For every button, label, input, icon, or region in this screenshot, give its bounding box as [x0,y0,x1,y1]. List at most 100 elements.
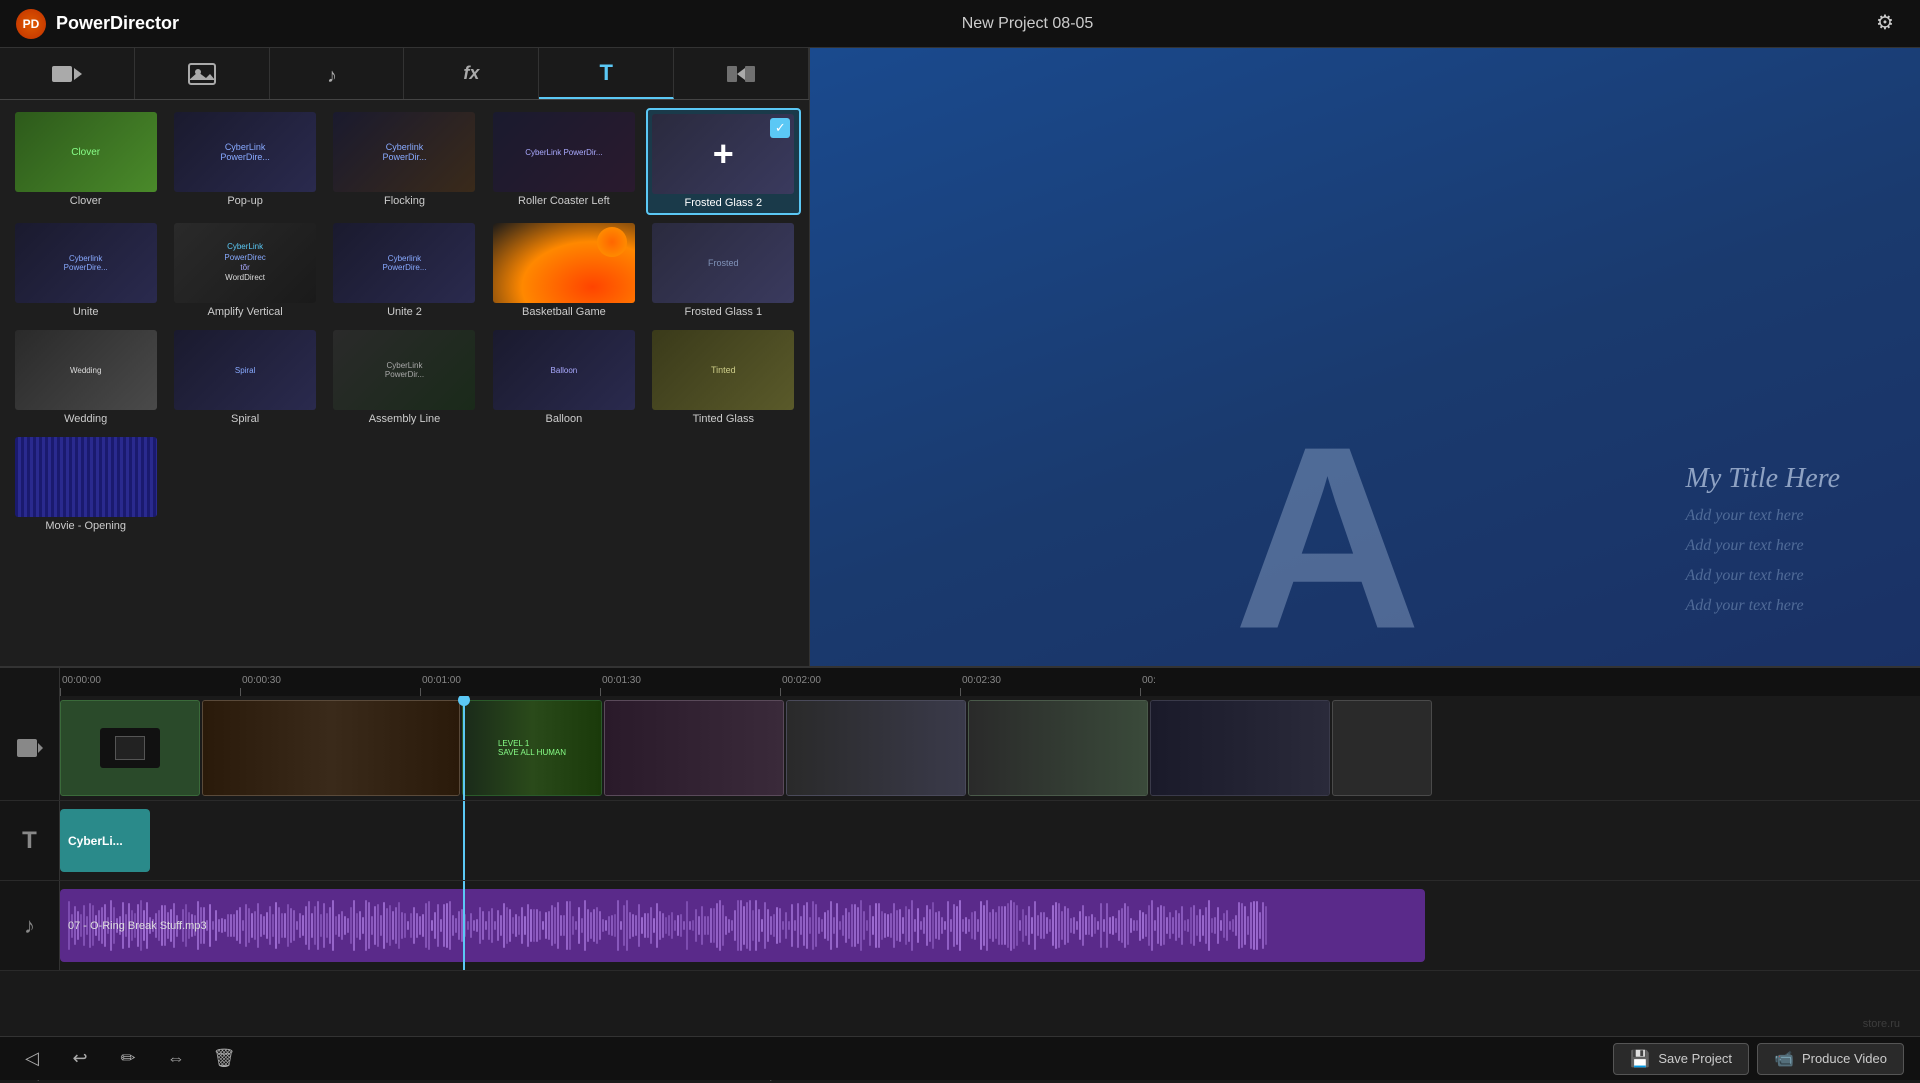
preview-title: My Title Here [1686,463,1840,495]
arrow-tool[interactable]: ◁ [16,1043,48,1075]
effect-movie[interactable]: Movie - Opening [8,433,163,536]
effect-label-frostedglass2: Frosted Glass 2 [684,197,762,209]
bottom-toolbar: ◁ ↩ ✏ ⇔ 🗑 💾 Save Project 📹 Produce Video [0,1036,1920,1080]
effect-thumb-basketball [493,223,635,303]
effect-assemblyline[interactable]: CyberLinkPowerDir... Assembly Line [327,326,482,429]
effect-unite2[interactable]: CyberlinkPowerDire... Unite 2 [327,219,482,322]
effect-label-flocking: Flocking [384,195,425,207]
video-clip-8[interactable] [1332,700,1432,796]
effect-popup[interactable]: CyberLinkPowerDire... Pop-up [167,108,322,215]
text-track-content[interactable]: CyberLi... [60,801,1920,880]
effect-thumb-frostedglass2: + ✓ [652,114,794,194]
effect-amplifyvertical[interactable]: CyberLink PowerDirec tõr WordDirect Ampl… [167,219,322,322]
effect-flocking[interactable]: CyberlinkPowerDir... Flocking [327,108,482,215]
video-clip-1[interactable] [60,700,200,796]
preview-subtext-4: Add your text here [1686,597,1840,615]
effect-thumb-frostedglass1: Frosted [652,223,794,303]
preview-subtext-2: Add your text here [1686,537,1840,555]
effect-clover[interactable]: Clover Clover [8,108,163,215]
ruler-container: 00:00:00 00:00:30 00:01:00 00:01:30 00:0… [60,668,1920,696]
save-project-button[interactable]: 💾 Save Project [1613,1043,1749,1075]
effect-thumb-assemblyline: CyberLinkPowerDir... [333,330,475,410]
effect-thumb-spiral: Spiral [174,330,316,410]
effect-label-spiral: Spiral [231,413,259,425]
effect-thumb-clover: Clover [15,112,157,192]
ruler-mark-1: 00:00:30 [240,675,281,688]
ruler-mark-5: 00:02:30 [960,675,1001,688]
audio-clip-label: 07 - O-Ring Break Stuff.mp3 [68,920,207,932]
tab-video[interactable] [0,48,135,99]
timeline-tracks: LEVEL 1SAVE ALL HUMAN [0,696,1920,1036]
preview-subtext-3: Add your text here [1686,567,1840,585]
effect-thumb-amplifyvertical: CyberLink PowerDirec tõr WordDirect [174,223,316,303]
video-clip-2[interactable] [202,700,460,796]
add-icon: + [713,133,734,175]
effect-balloon[interactable]: Balloon Balloon [486,326,641,429]
effect-label-assemblyline: Assembly Line [369,413,441,425]
preview-text-block: My Title Here Add your text here Add you… [1686,463,1840,615]
video-clip-7[interactable] [1150,700,1330,796]
preview-subtext-1: Add your text here [1686,507,1840,525]
bottom-tools-left: ◁ ↩ ✏ ⇔ 🗑 [16,1043,240,1075]
produce-icon: 📹 [1774,1049,1794,1069]
pencil-tool[interactable]: ✏ [112,1043,144,1075]
effect-thumb-tintedglass: Tinted [652,330,794,410]
svg-text:♪: ♪ [327,65,337,86]
audio-track-content[interactable]: 07 - O-Ring Break Stuff.mp3 [60,881,1920,970]
audio-track: ♪ 07 - O-Ring Break Stuff.mp3 [0,881,1920,971]
text-clip[interactable]: CyberLi... [60,809,150,872]
effect-rollercoaster[interactable]: CyberLink PowerDir... Roller Coaster Lef… [486,108,641,215]
effect-thumb-balloon: Balloon [493,330,635,410]
ruler-mark-3: 00:01:30 [600,675,641,688]
bottom-tools-right: 💾 Save Project 📹 Produce Video [1613,1043,1904,1075]
effect-label-tintedglass: Tinted Glass [693,413,754,425]
audio-waveform [60,889,1425,962]
tab-audio[interactable]: ♪ [270,48,405,99]
effect-basketball[interactable]: Basketball Game [486,219,641,322]
video-track-label [0,696,60,800]
effect-tintedglass[interactable]: Tinted Tinted Glass [646,326,801,429]
ruler-mark-0: 00:00:00 [60,675,101,688]
audio-track-label: ♪ [0,881,60,970]
effect-frostedglass1[interactable]: Frosted Frosted Glass 1 [646,219,801,322]
playhead-text [463,801,465,880]
trim-tool[interactable]: ⇔ [160,1043,192,1075]
effect-spiral[interactable]: Spiral Spiral [167,326,322,429]
text-track: T CyberLi... [0,801,1920,881]
effect-thumb-flocking: CyberlinkPowerDir... [333,112,475,192]
tab-titles[interactable]: T [539,48,674,99]
effect-thumb-unite2: CyberlinkPowerDire... [333,223,475,303]
audio-clip[interactable]: 07 - O-Ring Break Stuff.mp3 [60,889,1425,962]
video-track: LEVEL 1SAVE ALL HUMAN [0,696,1920,801]
tab-fx[interactable]: fx [404,48,539,99]
effect-frostedglass2[interactable]: + ✓ Frosted Glass 2 [646,108,801,215]
video-clip-5[interactable] [786,700,966,796]
effect-label-unite2: Unite 2 [387,306,422,318]
effect-wedding[interactable]: Wedding Wedding [8,326,163,429]
video-clip-3[interactable]: LEVEL 1SAVE ALL HUMAN [462,700,602,796]
undo-button[interactable]: ↩ [64,1043,96,1075]
video-clip-4[interactable] [604,700,784,796]
video-track-content[interactable]: LEVEL 1SAVE ALL HUMAN [60,696,1920,800]
ruler-mark-2: 00:01:00 [420,675,461,688]
settings-icon[interactable]: ⚙ [1876,10,1904,38]
effect-label-basketball: Basketball Game [522,306,606,318]
preview-letter: A [1234,390,1422,689]
timeline-ruler: 00:00:00 00:00:30 00:01:00 00:01:30 00:0… [0,668,1920,696]
video-clip-6[interactable] [968,700,1148,796]
delete-tool[interactable]: 🗑 [208,1043,240,1075]
tabs-bar: ♪ fx T [0,48,809,100]
effect-label-frostedglass1: Frosted Glass 1 [684,306,762,318]
effect-thumb-movie [15,437,157,517]
effect-label-wedding: Wedding [64,413,107,425]
save-icon: 💾 [1630,1049,1650,1069]
playhead[interactable] [463,696,465,800]
effect-thumb-wedding: Wedding [15,330,157,410]
ruler-mark-6: 00: [1140,675,1156,688]
effect-unite[interactable]: CyberlinkPowerDire... Unite [8,219,163,322]
tab-photo[interactable] [135,48,270,99]
tab-transitions[interactable] [674,48,809,99]
effect-label-popup: Pop-up [227,195,262,207]
playhead-audio [463,881,465,970]
produce-video-button[interactable]: 📹 Produce Video [1757,1043,1904,1075]
